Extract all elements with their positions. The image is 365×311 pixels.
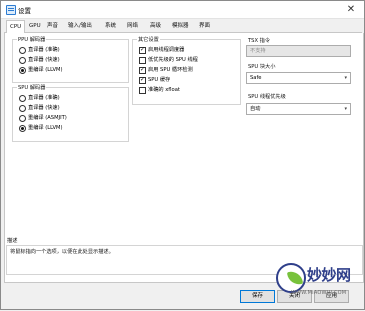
other-settings-group: 其它设置 启用线程调度器 低优先级的 SPU 线程 启用 SPU 循环检测 SP…	[132, 36, 241, 105]
watermark-url: WWW.MIAOWUI.COM	[291, 290, 347, 296]
tab-emulator[interactable]: 模拟器	[169, 21, 192, 31]
checkbox-spu-loop-detection[interactable]	[139, 66, 146, 74]
spu-radio-1[interactable]	[19, 105, 26, 112]
tsx-select: 不支持	[246, 45, 351, 57]
checkbox-label: SPU 缓存	[148, 77, 171, 83]
other-settings-title: 其它设置	[137, 36, 160, 43]
tab-gpu[interactable]: GPU	[26, 21, 44, 31]
ppu-decoder-group: PPU 解码器 直译器 (准确) 直译器 (快速) 重编译 (LLVM)	[12, 36, 129, 83]
checkbox-label: 准确的 xfloat	[148, 87, 180, 93]
leaf-icon	[286, 269, 304, 287]
tab-audio[interactable]: 声音	[44, 21, 61, 31]
tab-cpu[interactable]: CPU	[6, 20, 26, 33]
ppu-radio-0[interactable]	[19, 47, 26, 54]
ppu-radio-1[interactable]	[19, 57, 26, 64]
save-button[interactable]: 保存	[240, 290, 275, 303]
checkbox-spu-cache[interactable]	[139, 76, 146, 84]
tab-system[interactable]: 系统	[102, 21, 119, 31]
checkbox-accurate-xfloat[interactable]	[139, 87, 146, 94]
spu-block-size-select[interactable]: Safe ▾	[246, 72, 351, 84]
spu-option-label: 直译器 (准确)	[28, 95, 60, 101]
spu-thread-priority-label: SPU 线程优先级	[248, 94, 286, 100]
watermark-logo	[276, 263, 306, 293]
ppu-option-label: 直译器 (快速)	[28, 57, 60, 63]
window-title: 设置	[18, 7, 31, 15]
spu-radio-0[interactable]	[19, 95, 26, 102]
description-text: 将鼠标指向一个选项，以便在此处显示描述。	[10, 249, 114, 255]
spu-block-size-label: SPU 块大小	[248, 64, 276, 70]
ppu-option-label: 重编译 (LLVM)	[28, 67, 63, 73]
spu-option-label: 重编译 (LLVM)	[28, 125, 63, 131]
spu-option-label: 直译器 (快速)	[28, 105, 60, 111]
ppu-decoder-title: PPU 解码器	[17, 36, 47, 43]
chevron-down-icon: ▾	[344, 75, 347, 81]
spu-thread-priority-select[interactable]: 自动 ▾	[246, 103, 351, 115]
checkbox-label: 启用 SPU 循环检测	[148, 67, 193, 73]
spu-block-size-value: Safe	[250, 75, 262, 81]
app-window-icon	[6, 5, 16, 15]
title-bar: 设置 ✕	[1, 1, 364, 19]
settings-window: 设置 ✕ CPU GPU 声音 输入/输出 系统 网络 高级 模拟器 界面 PP…	[0, 0, 365, 310]
watermark: 妙妙网 WWW.MIAOWUI.COM	[271, 260, 365, 311]
checkbox-thread-scheduler[interactable]	[139, 46, 146, 54]
description-title: 描述	[7, 238, 18, 244]
watermark-brand: 妙妙网	[307, 266, 351, 284]
ppu-option-label: 直译器 (准确)	[28, 47, 60, 53]
tab-interface[interactable]: 界面	[196, 21, 213, 31]
spu-decoder-title: SPU 解码器	[17, 84, 47, 91]
spu-decoder-group: SPU 解码器 直译器 (准确) 直译器 (快速) 重编译 (ASMJIT) 重…	[12, 84, 129, 142]
close-window-button[interactable]: ✕	[338, 1, 364, 18]
spu-option-label: 重编译 (ASMJIT)	[28, 115, 67, 121]
ppu-radio-2[interactable]	[19, 67, 26, 74]
tab-bar: CPU GPU 声音 输入/输出 系统 网络 高级 模拟器 界面	[4, 20, 362, 33]
tab-network[interactable]: 网络	[124, 21, 141, 31]
spu-radio-3[interactable]	[19, 125, 26, 132]
tsx-value: 不支持	[250, 48, 266, 54]
checkbox-label: 启用线程调度器	[148, 47, 185, 53]
spu-thread-priority-value: 自动	[250, 106, 261, 112]
chevron-down-icon: ▾	[344, 106, 347, 112]
checkbox-low-priority-spu[interactable]	[139, 57, 146, 64]
tab-io[interactable]: 输入/输出	[65, 21, 95, 31]
tsx-label: TSX 指令	[248, 38, 271, 44]
spu-radio-2[interactable]	[19, 115, 26, 122]
checkbox-label: 低优先级的 SPU 线程	[148, 57, 198, 63]
tab-advanced[interactable]: 高级	[147, 21, 164, 31]
